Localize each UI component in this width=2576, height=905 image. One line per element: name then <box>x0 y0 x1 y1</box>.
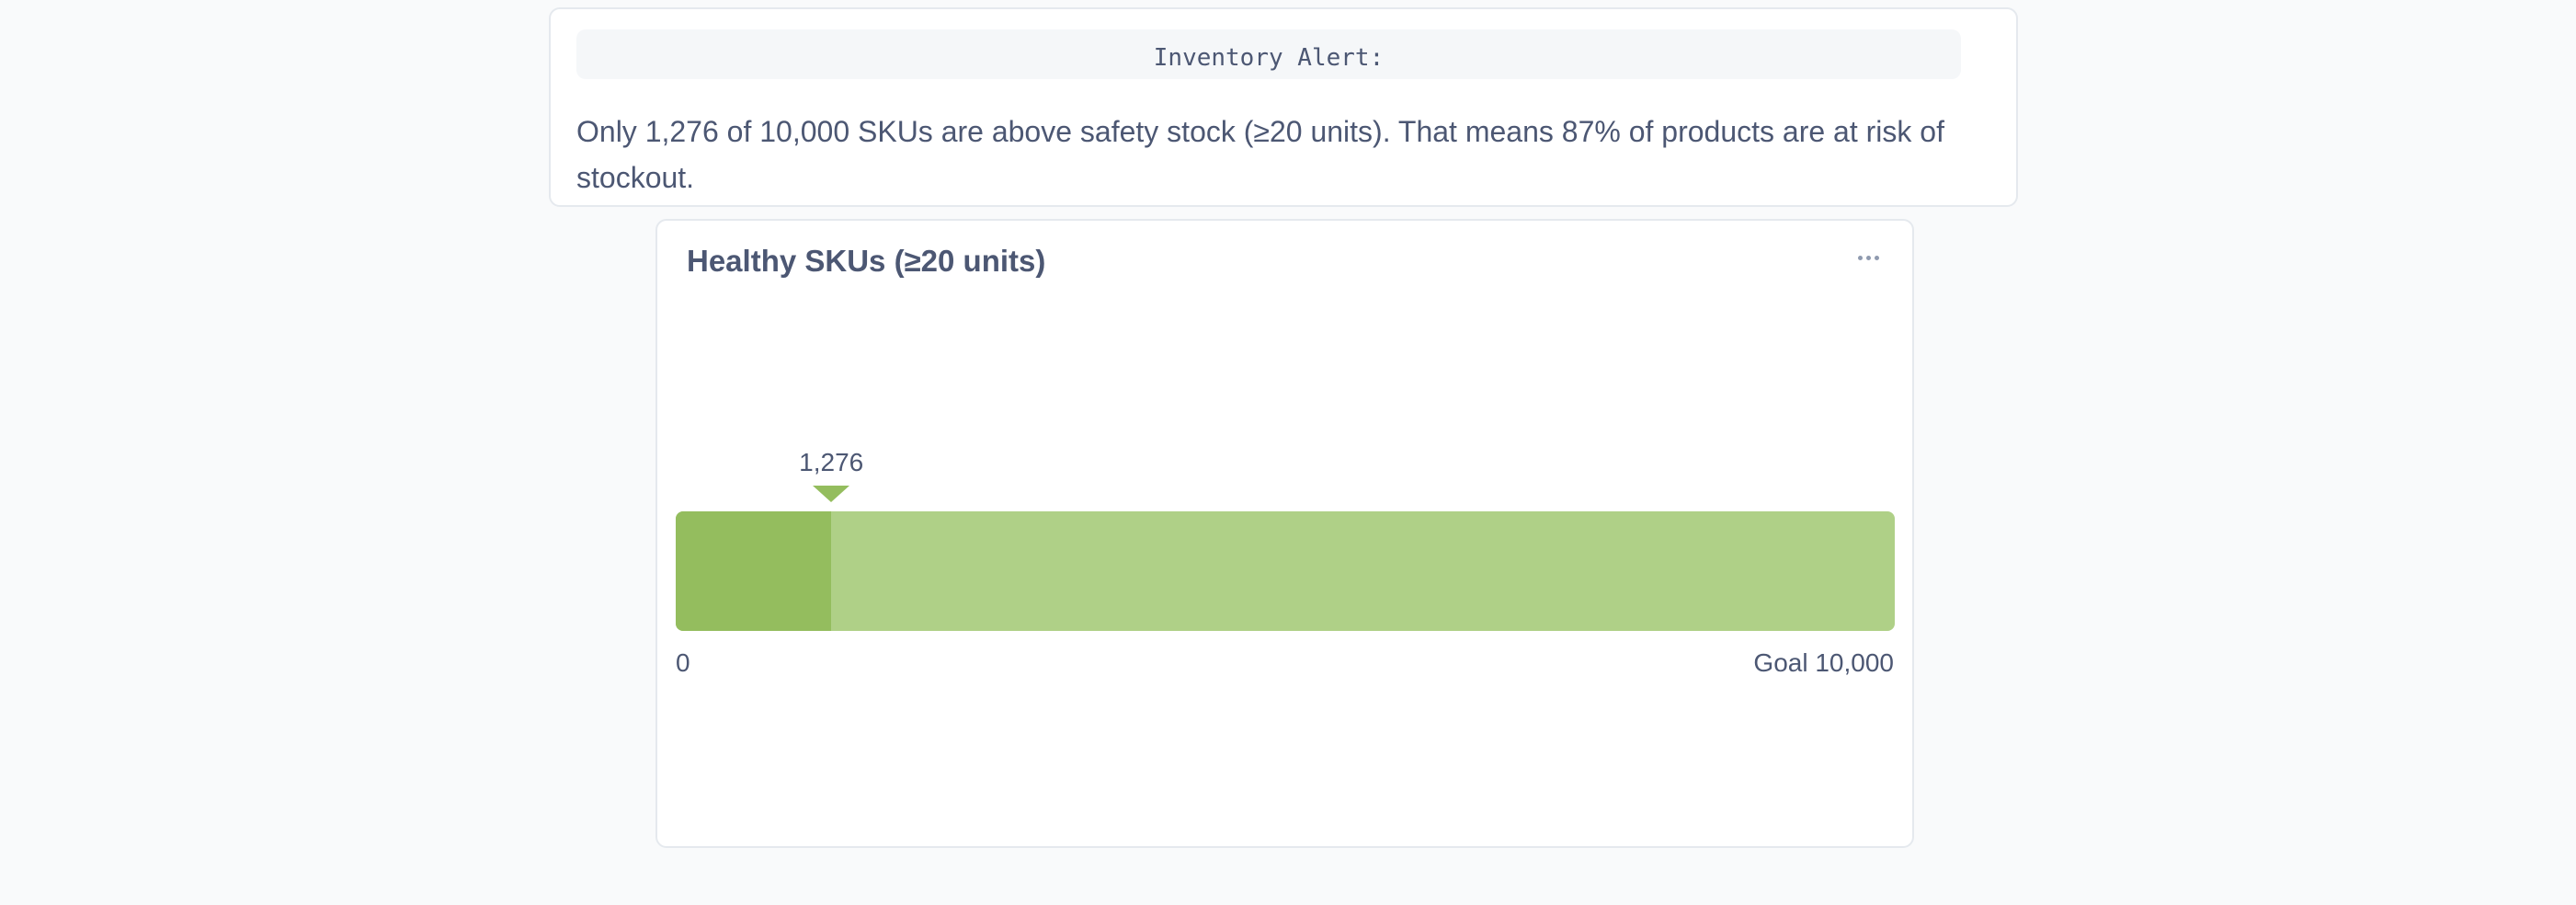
progress-min-label: 0 <box>676 648 690 677</box>
code-text: Inventory Alert: <box>1153 44 1385 72</box>
alert-text: Only 1,276 of 10,000 SKUs are above safe… <box>576 115 1944 194</box>
progress-card: Healthy SKUs (≥20 units) 1,276 0 Goal 10… <box>655 219 1914 848</box>
progress-bar <box>676 511 1895 631</box>
progress-value-label: 1,276 <box>799 448 864 476</box>
code-block: Inventory Alert: <box>576 29 1961 79</box>
card-title[interactable]: Healthy SKUs (≥20 units) <box>687 243 1045 280</box>
progress-marker-arrow <box>813 486 850 502</box>
card-menu-button[interactable] <box>1852 241 1885 274</box>
progress-track <box>676 511 1895 631</box>
progress-fill <box>676 511 832 631</box>
text-card: Inventory Alert: Only 1,276 of 10,000 SK… <box>549 7 2018 207</box>
progress-goal-label: Goal 10,000 <box>1753 648 1894 677</box>
ellipsis-icon <box>1857 255 1879 260</box>
